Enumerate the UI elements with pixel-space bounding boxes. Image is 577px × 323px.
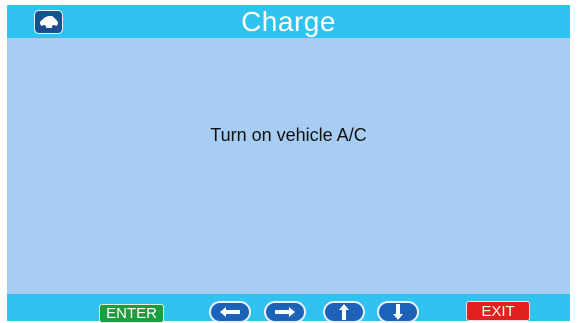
down-arrow-button[interactable] [377, 301, 419, 323]
device-screen: Charge Turn on vehicle A/C ENTER EXIT [7, 5, 570, 323]
left-arrow-button[interactable] [209, 301, 251, 323]
bottom-toolbar: ENTER EXIT [7, 294, 570, 323]
title-bar: Charge [7, 5, 570, 38]
enter-button[interactable]: ENTER [99, 304, 164, 323]
right-arrow-button[interactable] [264, 301, 306, 323]
up-arrow-button[interactable] [323, 301, 365, 323]
page-title: Charge [241, 6, 336, 37]
exit-button[interactable]: EXIT [466, 301, 530, 321]
instruction-message: Turn on vehicle A/C [210, 125, 367, 145]
up-arrow-icon [339, 304, 349, 320]
down-arrow-icon [393, 304, 403, 320]
left-arrow-icon [220, 307, 240, 317]
right-arrow-icon [275, 307, 295, 317]
